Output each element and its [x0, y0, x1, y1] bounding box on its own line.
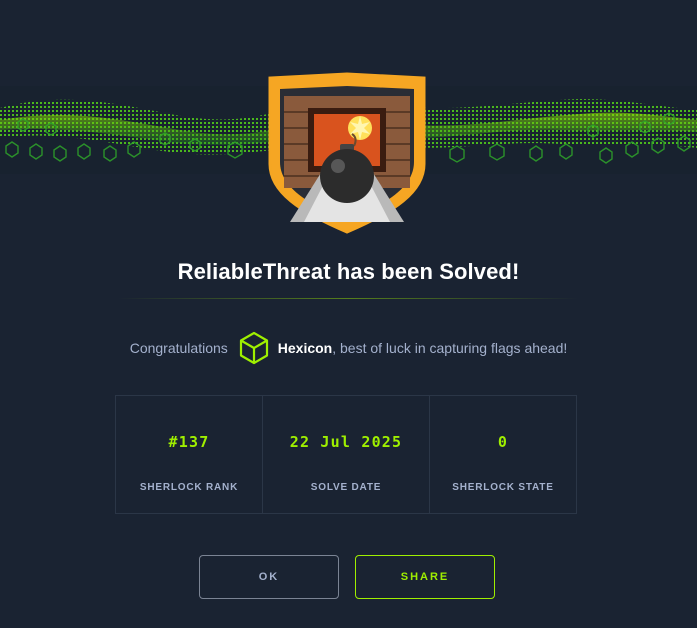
- solved-title: ReliableThreat has been Solved!: [177, 259, 520, 284]
- title-divider: [118, 298, 578, 299]
- congrats-prefix: Congratulations: [129, 340, 228, 356]
- username-link[interactable]: Hexicon: [278, 340, 332, 356]
- stat-state-value: 0: [497, 433, 509, 451]
- stats-panel: #137 SHERLOCK RANK 22 Jul 2025 SOLVE DAT…: [115, 395, 577, 514]
- congrats-suffix: , best of luck in capturing flags ahead!: [332, 340, 568, 356]
- htb-cube-icon: [238, 331, 270, 365]
- stat-solve-date: 22 Jul 2025 SOLVE DATE: [262, 396, 429, 513]
- share-button[interactable]: SHARE: [355, 555, 495, 599]
- stat-rank-value: #137: [168, 433, 210, 451]
- solved-dialog: ReliableThreat has been Solved! Congratu…: [0, 0, 697, 628]
- congratulations-message: Congratulations Hexicon , best of luck i…: [0, 330, 697, 366]
- ok-button[interactable]: OK: [199, 555, 339, 599]
- stat-rank-label: SHERLOCK RANK: [139, 482, 239, 493]
- stat-solve-date-label: SOLVE DATE: [310, 482, 382, 493]
- stat-state-label: SHERLOCK STATE: [452, 482, 554, 493]
- bomb-shield-badge-icon: [264, 72, 430, 234]
- stat-solve-date-value: 22 Jul 2025: [289, 433, 403, 451]
- stat-rank: #137 SHERLOCK RANK: [116, 396, 262, 513]
- stat-state: 0 SHERLOCK STATE: [429, 396, 576, 513]
